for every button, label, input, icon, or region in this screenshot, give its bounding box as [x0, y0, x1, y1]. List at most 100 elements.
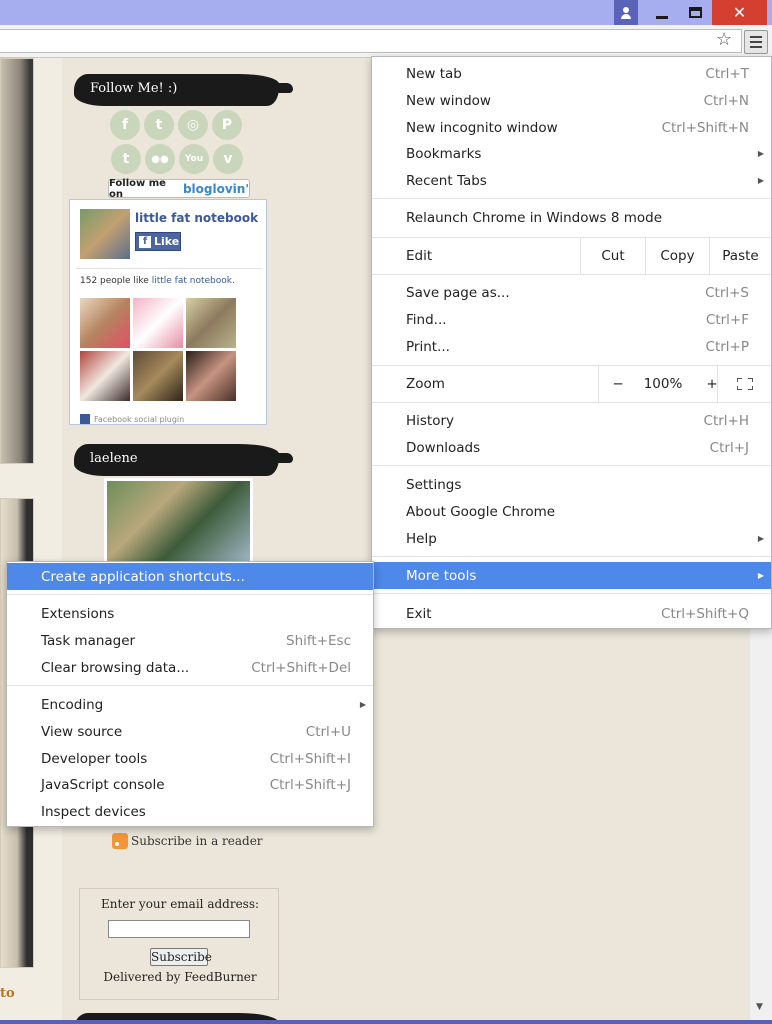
- bloglovin-follow-button[interactable]: Follow me on bloglovin': [108, 178, 250, 200]
- social-icons-row: f t ◎ P: [110, 110, 242, 140]
- email-label: Enter your email address:: [100, 897, 260, 911]
- zoom-out-button[interactable]: −: [599, 366, 637, 402]
- facebook-like-button[interactable]: f Like: [135, 232, 181, 251]
- window-titlebar: ✕: [0, 0, 772, 25]
- menu-row-zoom: Zoom − 100% +: [372, 366, 771, 402]
- menu-item-more-tools[interactable]: More tools ▶: [372, 562, 771, 589]
- menu-item-bookmarks[interactable]: Bookmarks ▶: [372, 140, 771, 167]
- subscribe-reader-link[interactable]: Subscribe in a reader: [112, 833, 263, 849]
- chrome-menu: New tab Ctrl+T New window Ctrl+N New incog…: [371, 56, 772, 629]
- menu-item-print[interactable]: Print... Ctrl+P: [372, 333, 771, 360]
- menu-item-incognito[interactable]: New incognito window Ctrl+Shift+N: [372, 114, 771, 141]
- feedburner-credit: Delivered by FeedBurner: [103, 970, 257, 984]
- submenu-arrow-icon: ▶: [757, 534, 764, 543]
- menu-item-view-source[interactable]: View source Ctrl+U: [7, 718, 373, 745]
- menu-item-create-shortcuts[interactable]: Create application shortcuts...: [7, 563, 373, 590]
- menu-item-save-page[interactable]: Save page as... Ctrl+S: [372, 279, 771, 306]
- maximize-button[interactable]: [680, 0, 710, 25]
- facebook-icon: f: [139, 235, 151, 248]
- more-tools-submenu: Create application shortcuts... Extensio…: [6, 561, 374, 827]
- menu-item-about[interactable]: About Google Chrome: [372, 498, 771, 525]
- paste-button[interactable]: Paste: [709, 238, 771, 274]
- fan-avatar[interactable]: [186, 351, 236, 401]
- menu-item-javascript-console[interactable]: JavaScript console Ctrl+Shift+J: [7, 771, 373, 798]
- chrome-menu-button[interactable]: [744, 30, 768, 54]
- minimize-button[interactable]: [648, 0, 676, 25]
- bookmark-star-icon[interactable]: ☆: [716, 31, 732, 49]
- subscribe-button[interactable]: Subscribe: [150, 948, 212, 966]
- email-field[interactable]: [108, 920, 250, 938]
- address-bar[interactable]: [0, 29, 742, 53]
- copy-button[interactable]: Copy: [645, 238, 709, 274]
- browser-toolbar: ☆: [0, 25, 772, 58]
- menu-item-exit[interactable]: Exit Ctrl+Shift+Q: [372, 600, 771, 627]
- rss-icon: [112, 833, 128, 849]
- menu-item-encoding[interactable]: Encoding ▶: [7, 691, 373, 718]
- facebook-page-name[interactable]: little fat notebook: [135, 211, 258, 225]
- fan-avatars: [80, 298, 236, 401]
- menu-item-recent-tabs[interactable]: Recent Tabs ▶: [372, 167, 771, 194]
- instagram-icon[interactable]: ◎: [178, 110, 208, 140]
- menu-separator: [7, 594, 373, 595]
- close-icon: ✕: [732, 3, 747, 22]
- menu-separator: [372, 402, 771, 403]
- zoom-level: 100%: [643, 376, 683, 392]
- likes-count: 152 people like little fat notebook.: [80, 276, 235, 286]
- author-photo[interactable]: [104, 478, 253, 564]
- submenu-arrow-icon: ▶: [359, 700, 366, 709]
- menu-item-new-window[interactable]: New window Ctrl+N: [372, 87, 771, 114]
- fan-avatar[interactable]: [80, 351, 130, 401]
- submenu-arrow-icon: ▶: [757, 176, 764, 185]
- menu-item-inspect-devices[interactable]: Inspect devices: [7, 798, 373, 825]
- menu-separator: [372, 556, 771, 557]
- post-link[interactable]: to: [0, 986, 15, 1001]
- email-subscribe-form: Enter your email address: Subscribe Deli…: [79, 888, 279, 1000]
- menu-item-clear-data[interactable]: Clear browsing data... Ctrl+Shift+Del: [7, 654, 373, 681]
- post-photo[interactable]: [0, 58, 34, 464]
- facebook-icon: [80, 414, 90, 424]
- fan-avatar[interactable]: [133, 351, 183, 401]
- follow-heading: Follow Me! :): [74, 74, 293, 106]
- menu-item-help[interactable]: Help ▶: [372, 525, 771, 552]
- menu-separator: [372, 593, 771, 594]
- taskbar-edge: [0, 1020, 772, 1024]
- menu-separator: [7, 685, 373, 686]
- profile-button[interactable]: [614, 0, 638, 25]
- submenu-arrow-icon: ▶: [757, 149, 764, 158]
- page-avatar[interactable]: [80, 209, 130, 259]
- menu-row-edit: Edit Cut Copy Paste: [372, 238, 771, 274]
- menu-item-relaunch[interactable]: Relaunch Chrome in Windows 8 mode: [372, 204, 771, 231]
- menu-item-settings[interactable]: Settings: [372, 471, 771, 498]
- twitter-icon[interactable]: t: [144, 110, 174, 140]
- fullscreen-icon: [736, 378, 753, 390]
- menu-item-find[interactable]: Find... Ctrl+F: [372, 306, 771, 333]
- zoom-controls: − 100% +: [598, 366, 734, 402]
- menu-separator: [372, 465, 771, 466]
- fullscreen-button[interactable]: [717, 366, 771, 402]
- main-column: to: [0, 58, 62, 1020]
- menu-item-task-manager[interactable]: Task manager Shift+Esc: [7, 627, 373, 654]
- fan-avatar[interactable]: [186, 298, 236, 348]
- minimize-icon: [656, 15, 668, 19]
- pinterest-icon[interactable]: P: [212, 110, 242, 140]
- menu-item-extensions[interactable]: Extensions: [7, 600, 373, 627]
- menu-item-downloads[interactable]: Downloads Ctrl+J: [372, 434, 771, 461]
- vimeo-icon[interactable]: v: [213, 144, 243, 174]
- facebook-icon[interactable]: f: [110, 110, 140, 140]
- person-icon: [620, 6, 632, 19]
- menu-item-history[interactable]: History Ctrl+H: [372, 407, 771, 434]
- youtube-icon[interactable]: You: [179, 144, 209, 174]
- close-button[interactable]: ✕: [712, 0, 767, 25]
- fan-avatar[interactable]: [133, 298, 183, 348]
- fan-avatar[interactable]: [80, 298, 130, 348]
- facebook-like-box: little fat notebook f Like 152 people li…: [69, 199, 267, 425]
- menu-item-new-tab[interactable]: New tab Ctrl+T: [372, 60, 771, 87]
- maximize-icon: [688, 7, 702, 18]
- scroll-down-arrow-icon[interactable]: ▼: [756, 1002, 763, 1012]
- cut-button[interactable]: Cut: [580, 238, 645, 274]
- tumblr-icon[interactable]: t: [111, 144, 141, 174]
- author-heading: laelene: [74, 444, 293, 476]
- menu-item-developer-tools[interactable]: Developer tools Ctrl+Shift+I: [7, 745, 373, 772]
- menu-separator: [372, 198, 771, 199]
- flickr-icon[interactable]: ●●: [145, 144, 175, 174]
